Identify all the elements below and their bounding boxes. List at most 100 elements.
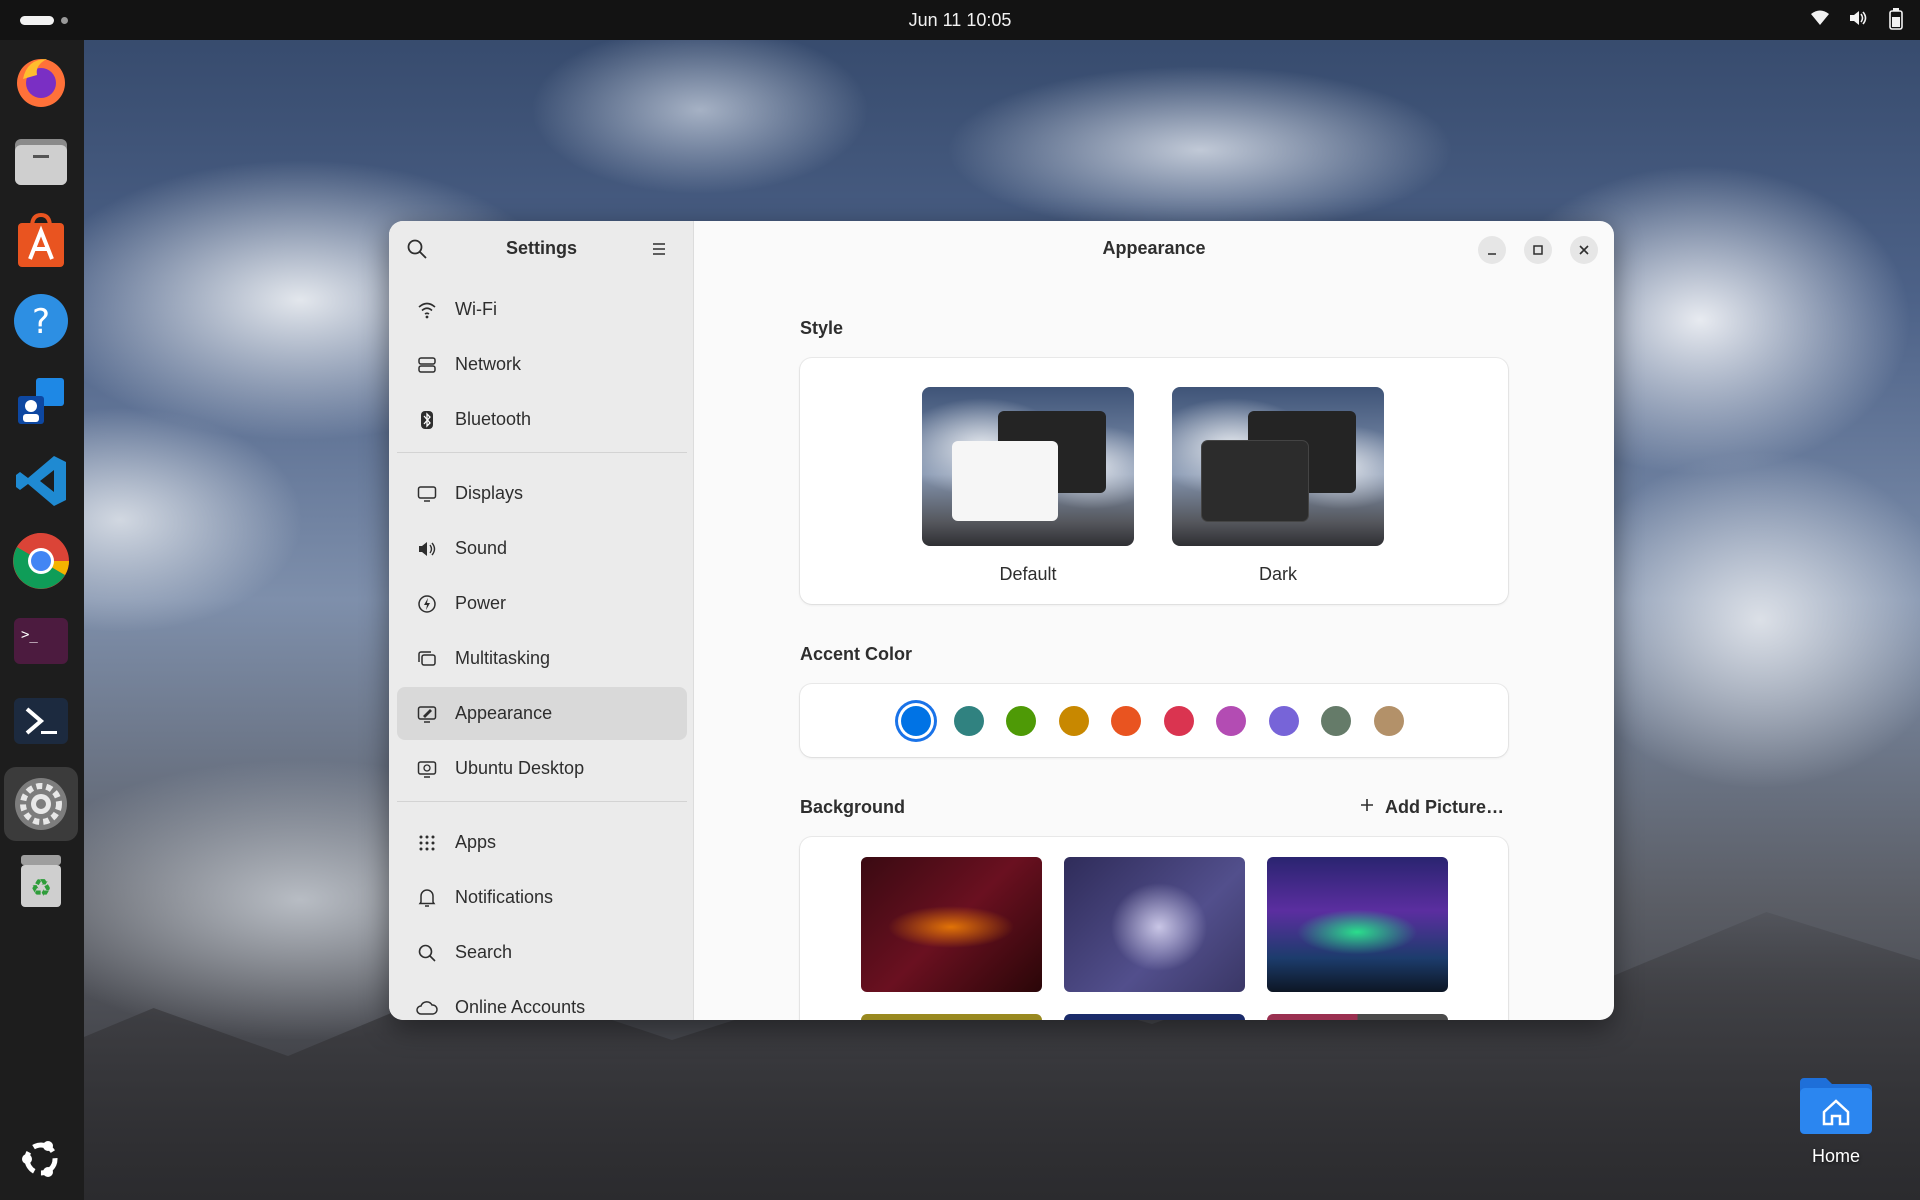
sidebar-item-label: Sound	[455, 538, 508, 558]
multitasking-icon	[415, 647, 439, 671]
apps-grid-icon	[415, 831, 439, 855]
sidebar-item-label: Ubuntu Desktop	[455, 758, 585, 778]
add-picture-button[interactable]: Add Picture…	[1359, 797, 1504, 818]
settings-icon[interactable]	[4, 767, 78, 841]
sidebar-item-power[interactable]: Power	[397, 577, 687, 630]
style-default-option[interactable]	[922, 387, 1134, 546]
accent-section-label: Accent Color	[800, 644, 913, 664]
sidebar-separator	[397, 452, 687, 453]
accent-color-swatch[interactable]	[1321, 706, 1351, 736]
search-icon[interactable]	[405, 237, 429, 261]
sidebar-item-sound[interactable]: Sound	[397, 522, 687, 575]
power-icon	[415, 592, 439, 616]
accent-color-card	[800, 684, 1508, 757]
ubuntu-logo-icon[interactable]	[12, 1130, 70, 1188]
system-tray[interactable]	[1810, 8, 1906, 30]
sidebar-item-label: Search	[455, 942, 513, 962]
chrome-icon[interactable]	[12, 532, 70, 590]
wifi-status-icon[interactable]	[1810, 8, 1830, 30]
sidebar-item-displays[interactable]: Displays	[397, 467, 687, 520]
battery-icon[interactable]	[1886, 8, 1906, 30]
accent-color-swatch[interactable]	[901, 706, 931, 736]
volume-icon[interactable]	[1848, 8, 1868, 30]
sidebar-item-notifications[interactable]: Notifications	[397, 871, 687, 924]
wallpaper-thumbnail[interactable]	[1064, 1014, 1245, 1020]
settings-window: Settings Wi-Fi Network Bluetooth Display…	[389, 221, 1614, 1020]
network-icon	[415, 353, 439, 377]
minimize-button[interactable]	[1478, 236, 1506, 264]
workspace-dot[interactable]	[61, 17, 68, 24]
sidebar-item-label: Wi-Fi	[455, 299, 497, 319]
firefox-icon[interactable]	[12, 52, 70, 110]
search-icon	[415, 941, 439, 965]
dark-window-preview	[1202, 441, 1308, 521]
wallpaper-thumbnail[interactable]	[1267, 1014, 1448, 1020]
settings-content: Appearance Style Default Dark Accent Col…	[694, 221, 1614, 1020]
add-picture-label: Add Picture…	[1384, 797, 1504, 817]
accent-color-swatch[interactable]	[1216, 706, 1246, 736]
accent-color-swatch[interactable]	[1163, 706, 1194, 736]
wifi-icon	[415, 298, 439, 322]
sidebar-list: Wi-Fi Network Bluetooth Displays Sound P…	[397, 283, 687, 1020]
sidebar-item-label: Multitasking	[455, 648, 551, 668]
svg-text:?: ?	[32, 302, 50, 342]
app-center-icon[interactable]	[12, 212, 70, 270]
sidebar-item-network[interactable]: Network	[397, 338, 687, 391]
accent-color-swatch[interactable]	[1268, 706, 1299, 736]
sidebar-item-search[interactable]: Search	[397, 926, 687, 979]
appearance-icon	[415, 702, 439, 726]
clock[interactable]: Jun 11 10:05	[860, 10, 1060, 31]
powershell-icon[interactable]	[12, 692, 70, 750]
terminal-icon[interactable]: >_	[12, 612, 70, 670]
menu-icon[interactable]	[647, 237, 671, 261]
sidebar-header: Settings	[389, 221, 694, 277]
svg-text:>_: >_	[21, 627, 38, 643]
activities-indicator[interactable]	[20, 16, 54, 25]
ubuntu-desktop-icon	[415, 757, 439, 781]
sidebar-item-label: Network	[455, 354, 522, 374]
accent-color-swatch[interactable]	[1006, 706, 1036, 736]
maximize-button[interactable]	[1524, 236, 1552, 264]
wallpaper-thumbnail[interactable]	[861, 857, 1042, 992]
background-card	[800, 837, 1508, 1020]
wallpaper-thumbnail[interactable]	[1064, 857, 1245, 992]
background-section-label: Background	[800, 797, 906, 817]
close-button[interactable]	[1570, 236, 1598, 264]
style-dark-option[interactable]	[1172, 387, 1384, 546]
files-icon[interactable]	[12, 132, 70, 190]
sidebar-item-label: Apps	[455, 832, 497, 852]
style-dark-label: Dark	[1258, 564, 1297, 584]
wallpaper-thumbnail[interactable]	[1267, 857, 1448, 992]
accent-color-swatch[interactable]	[953, 706, 984, 736]
style-card: Default Dark	[800, 358, 1508, 604]
trash-icon[interactable]: ♻	[12, 852, 70, 910]
speaker-icon	[415, 537, 439, 561]
sidebar-item-appearance[interactable]: Appearance	[397, 687, 687, 740]
home-folder-icon[interactable]	[1796, 1072, 1876, 1136]
accent-color-swatch[interactable]	[1111, 706, 1141, 736]
remote-desktop-icon[interactable]	[12, 372, 70, 430]
sidebar-item-multitasking[interactable]: Multitasking	[397, 632, 687, 685]
home-folder-label: Home	[1811, 1146, 1860, 1166]
bell-icon	[415, 886, 439, 910]
sidebar-item-label: Notifications	[455, 887, 554, 907]
dock: ? >_ ♻	[0, 40, 84, 1200]
sidebar-item-wifi[interactable]: Wi-Fi	[397, 283, 687, 336]
sidebar-item-label: Displays	[455, 483, 524, 503]
sidebar-separator	[397, 801, 687, 802]
sidebar-item-apps[interactable]: Apps	[397, 816, 687, 869]
sidebar-item-label: Online Accounts	[455, 997, 586, 1017]
sidebar-item-online-accounts[interactable]: Online Accounts	[397, 981, 687, 1020]
display-icon	[415, 482, 439, 506]
vscode-icon[interactable]	[12, 452, 70, 510]
sidebar-item-ubuntu-desktop[interactable]: Ubuntu Desktop	[397, 742, 687, 795]
page-title: Appearance	[1102, 238, 1206, 258]
wallpaper-thumbnail[interactable]	[861, 1014, 1042, 1020]
sidebar-item-bluetooth[interactable]: Bluetooth	[397, 393, 687, 446]
sidebar-item-label: Bluetooth	[455, 409, 532, 429]
accent-color-swatch[interactable]	[1058, 706, 1089, 736]
accent-color-swatch[interactable]	[1373, 706, 1404, 736]
style-default-label: Default	[999, 564, 1057, 584]
help-icon[interactable]: ?	[12, 292, 70, 350]
top-bar: Jun 11 10:05	[0, 0, 1920, 40]
